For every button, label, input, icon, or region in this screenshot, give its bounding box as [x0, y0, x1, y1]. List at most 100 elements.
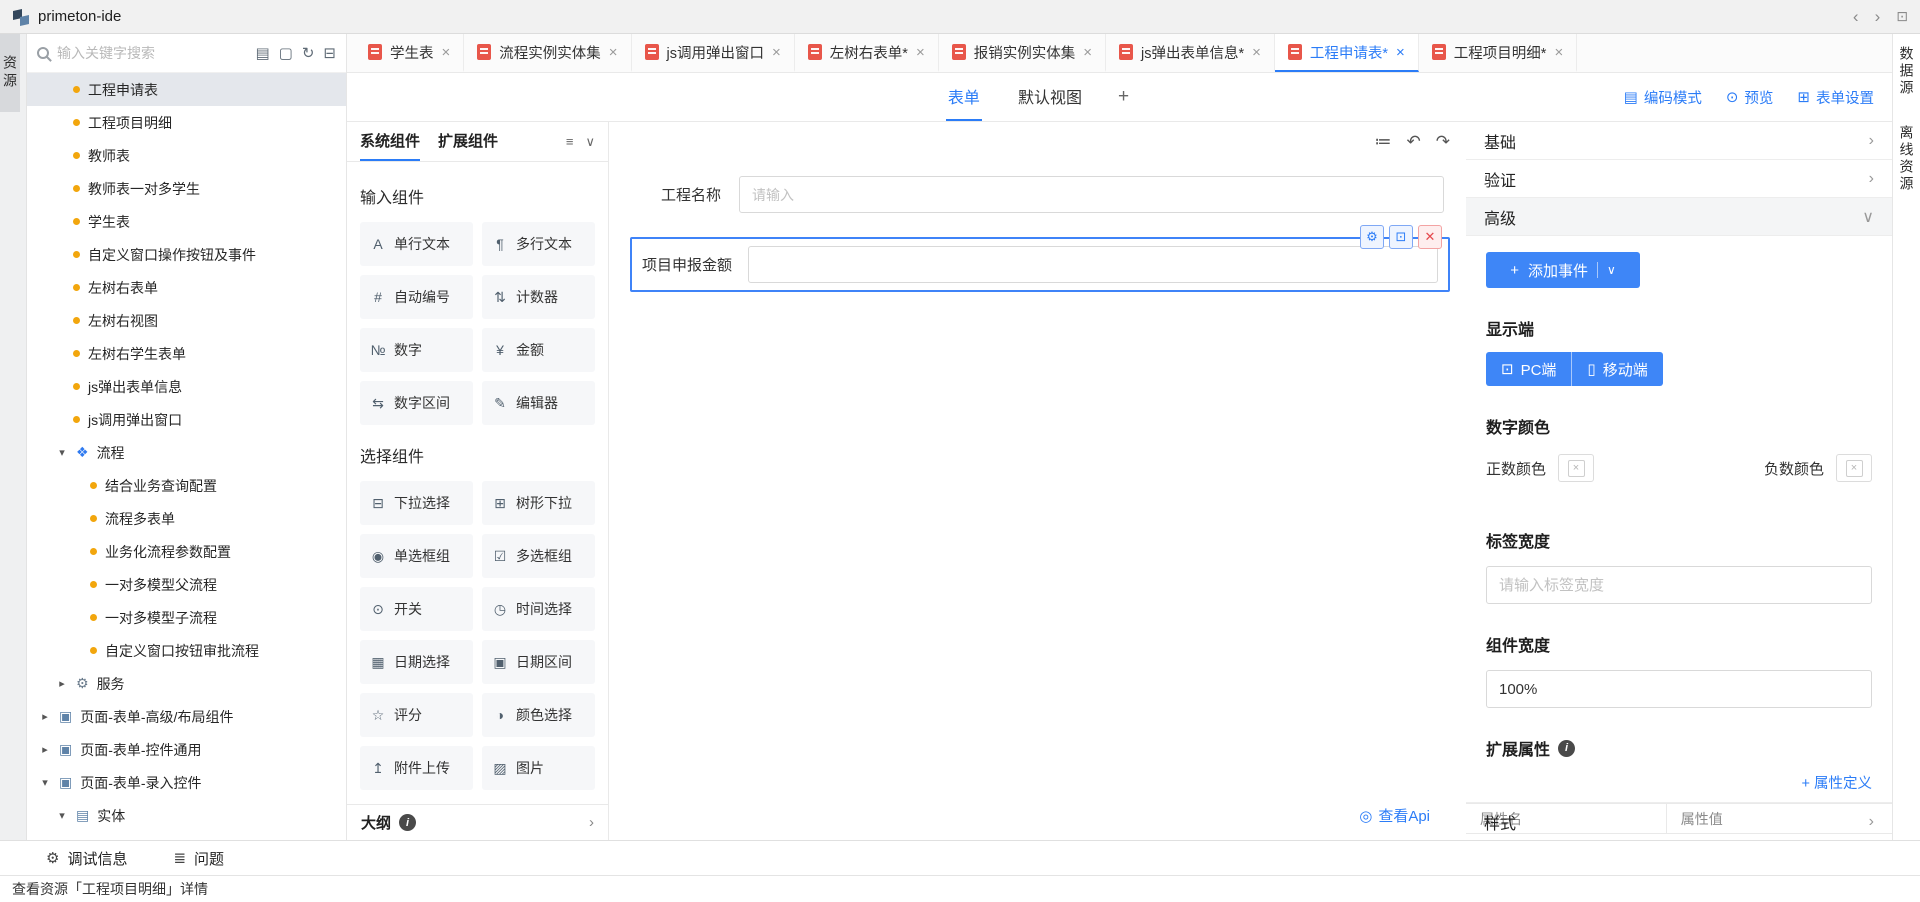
- clear-color-icon[interactable]: ×: [1846, 460, 1863, 477]
- tree-item[interactable]: 自定义窗口按钮审批流程: [27, 634, 346, 667]
- palette-item[interactable]: ¥金额: [482, 328, 595, 372]
- panel-tab-datasource[interactable]: 数据源: [1897, 46, 1917, 97]
- close-icon[interactable]: ×: [609, 44, 618, 61]
- tree-item[interactable]: ▾▣页面-表单-录入控件: [27, 766, 346, 799]
- close-icon[interactable]: ×: [1083, 44, 1092, 61]
- tree-item[interactable]: 流程多表单: [27, 502, 346, 535]
- section-basic[interactable]: 基础 ›: [1466, 122, 1892, 160]
- view-tab[interactable]: 默认视图: [1016, 73, 1084, 121]
- nav-forward-icon[interactable]: ›: [1875, 7, 1881, 27]
- property-define-link[interactable]: + 属性定义: [1486, 772, 1872, 793]
- new-folder-icon[interactable]: ▢: [279, 44, 293, 62]
- tree-item[interactable]: 一对多模型子流程: [27, 601, 346, 634]
- panel-tab-resources[interactable]: 资源: [0, 34, 20, 112]
- close-icon[interactable]: ×: [916, 44, 925, 61]
- palette-item[interactable]: ◉单选框组: [360, 534, 473, 578]
- palette-tab[interactable]: 系统组件: [360, 122, 420, 161]
- caret-down-icon[interactable]: ▾: [39, 776, 51, 789]
- palette-item[interactable]: №数字: [360, 328, 473, 372]
- doc-tab[interactable]: js调用弹出窗口×: [632, 34, 795, 72]
- caret-right-icon[interactable]: ▸: [39, 743, 51, 756]
- palette-item[interactable]: ⇅计数器: [482, 275, 595, 319]
- tree-item[interactable]: ▸▣页面-表单-控件通用: [27, 733, 346, 766]
- doc-tab[interactable]: 工程申请表*×: [1275, 34, 1419, 72]
- palette-item[interactable]: ☑多选框组: [482, 534, 595, 578]
- palette-item[interactable]: ◷时间选择: [482, 587, 595, 631]
- section-style[interactable]: 样式 ›: [1466, 802, 1892, 840]
- close-icon[interactable]: ×: [1554, 44, 1563, 61]
- tree-item[interactable]: 左树右学生表单: [27, 337, 346, 370]
- doc-tab[interactable]: js弹出表单信息*×: [1106, 34, 1275, 72]
- field-input[interactable]: [748, 246, 1438, 283]
- caret-right-icon[interactable]: ▸: [56, 677, 68, 690]
- collapse-panel-icon[interactable]: ∨: [585, 134, 595, 150]
- close-icon[interactable]: ×: [772, 44, 781, 61]
- tree-item[interactable]: ▾▤实体: [27, 799, 346, 832]
- caret-down-icon[interactable]: ▾: [56, 446, 68, 459]
- label-width-input[interactable]: [1486, 566, 1872, 604]
- field-copy-button[interactable]: ⊡: [1389, 225, 1413, 249]
- close-icon[interactable]: ×: [1396, 44, 1405, 61]
- outline-bar[interactable]: 大纲 i ›: [347, 804, 608, 840]
- problems-button[interactable]: ≣ 问题: [173, 848, 224, 869]
- doc-tab[interactable]: 工程项目明细*×: [1419, 34, 1577, 72]
- caret-right-icon[interactable]: ▸: [39, 710, 51, 723]
- add-event-button[interactable]: + 添加事件 ∨: [1486, 252, 1640, 288]
- pc-button[interactable]: ⊡ PC端: [1486, 352, 1572, 386]
- palette-item[interactable]: #自动编号: [360, 275, 473, 319]
- doc-tab[interactable]: 左树右表单*×: [795, 34, 939, 72]
- tree-item[interactable]: 教师表: [27, 139, 346, 172]
- selected-form-field[interactable]: ⚙ ⊡ ✕ 项目申报金额: [630, 237, 1450, 292]
- field-settings-button[interactable]: ⚙: [1360, 225, 1384, 249]
- tree-item[interactable]: 一对多模型父流程: [27, 568, 346, 601]
- nav-back-icon[interactable]: ‹: [1853, 7, 1859, 27]
- palette-item[interactable]: ⇆数字区间: [360, 381, 473, 425]
- tree-item[interactable]: 教师表一对多学生: [27, 172, 346, 205]
- palette-item[interactable]: ¶多行文本: [482, 222, 595, 266]
- field-input[interactable]: [739, 176, 1444, 213]
- tree-item[interactable]: 左树右视图: [27, 304, 346, 337]
- positive-color-picker[interactable]: ×: [1558, 454, 1594, 482]
- code-mode-button[interactable]: ▤编码模式: [1624, 87, 1702, 108]
- close-icon[interactable]: ×: [1252, 44, 1261, 61]
- palette-item[interactable]: ☆评分: [360, 693, 473, 737]
- debug-info-button[interactable]: ⚙ 调试信息: [46, 848, 127, 869]
- doc-tab[interactable]: 报销实例实体集×: [939, 34, 1106, 72]
- doc-tab[interactable]: 学生表×: [355, 34, 464, 72]
- tree-item[interactable]: ▸⚙服务: [27, 667, 346, 700]
- close-icon[interactable]: ×: [442, 44, 451, 61]
- view-api-link[interactable]: ◎ 查看Api: [1359, 805, 1430, 826]
- export-icon[interactable]: ▤: [255, 44, 269, 62]
- palette-item[interactable]: ▦日期选择: [360, 640, 473, 684]
- palette-item[interactable]: ▣日期区间: [482, 640, 595, 684]
- undo-icon[interactable]: ↶: [1407, 132, 1421, 152]
- caret-down-icon[interactable]: ▾: [56, 809, 68, 822]
- window-layout-icon[interactable]: ⊡: [1896, 8, 1908, 25]
- panel-tab-offline-resource[interactable]: 离线资源: [1897, 125, 1917, 193]
- palette-item[interactable]: ✎编辑器: [482, 381, 595, 425]
- tree-item[interactable]: js弹出表单信息: [27, 370, 346, 403]
- tree-item[interactable]: ▸▣页面-表单-高级/布局组件: [27, 700, 346, 733]
- collapse-all-icon[interactable]: ⊟: [323, 44, 336, 62]
- clear-color-icon[interactable]: ×: [1568, 460, 1585, 477]
- tree-item[interactable]: 自定义窗口操作按钮及事件: [27, 238, 346, 271]
- refresh-icon[interactable]: ↻: [302, 44, 315, 62]
- tree-item[interactable]: 工程项目明细: [27, 106, 346, 139]
- negative-color-picker[interactable]: ×: [1836, 454, 1872, 482]
- tree-item[interactable]: 学生表: [27, 205, 346, 238]
- preview-button[interactable]: ⊙预览: [1726, 87, 1774, 108]
- field-delete-button[interactable]: ✕: [1418, 225, 1442, 249]
- form-settings-button[interactable]: ⊞表单设置: [1797, 87, 1874, 108]
- section-advanced[interactable]: 高级 ∨: [1466, 198, 1892, 236]
- tree-item[interactable]: js调用弹出窗口: [27, 403, 346, 436]
- palette-item[interactable]: ⊞树形下拉: [482, 481, 595, 525]
- palette-item[interactable]: ▨图片: [482, 746, 595, 790]
- palette-item[interactable]: A单行文本: [360, 222, 473, 266]
- view-tab[interactable]: 表单: [946, 73, 982, 121]
- mobile-button[interactable]: ▯ 移动端: [1572, 352, 1662, 386]
- palette-item[interactable]: ⊟下拉选择: [360, 481, 473, 525]
- palette-item[interactable]: ↥附件上传: [360, 746, 473, 790]
- palette-item[interactable]: ⊙开关: [360, 587, 473, 631]
- add-view-button[interactable]: +: [1118, 73, 1129, 121]
- tree-item[interactable]: ▾❖流程: [27, 436, 346, 469]
